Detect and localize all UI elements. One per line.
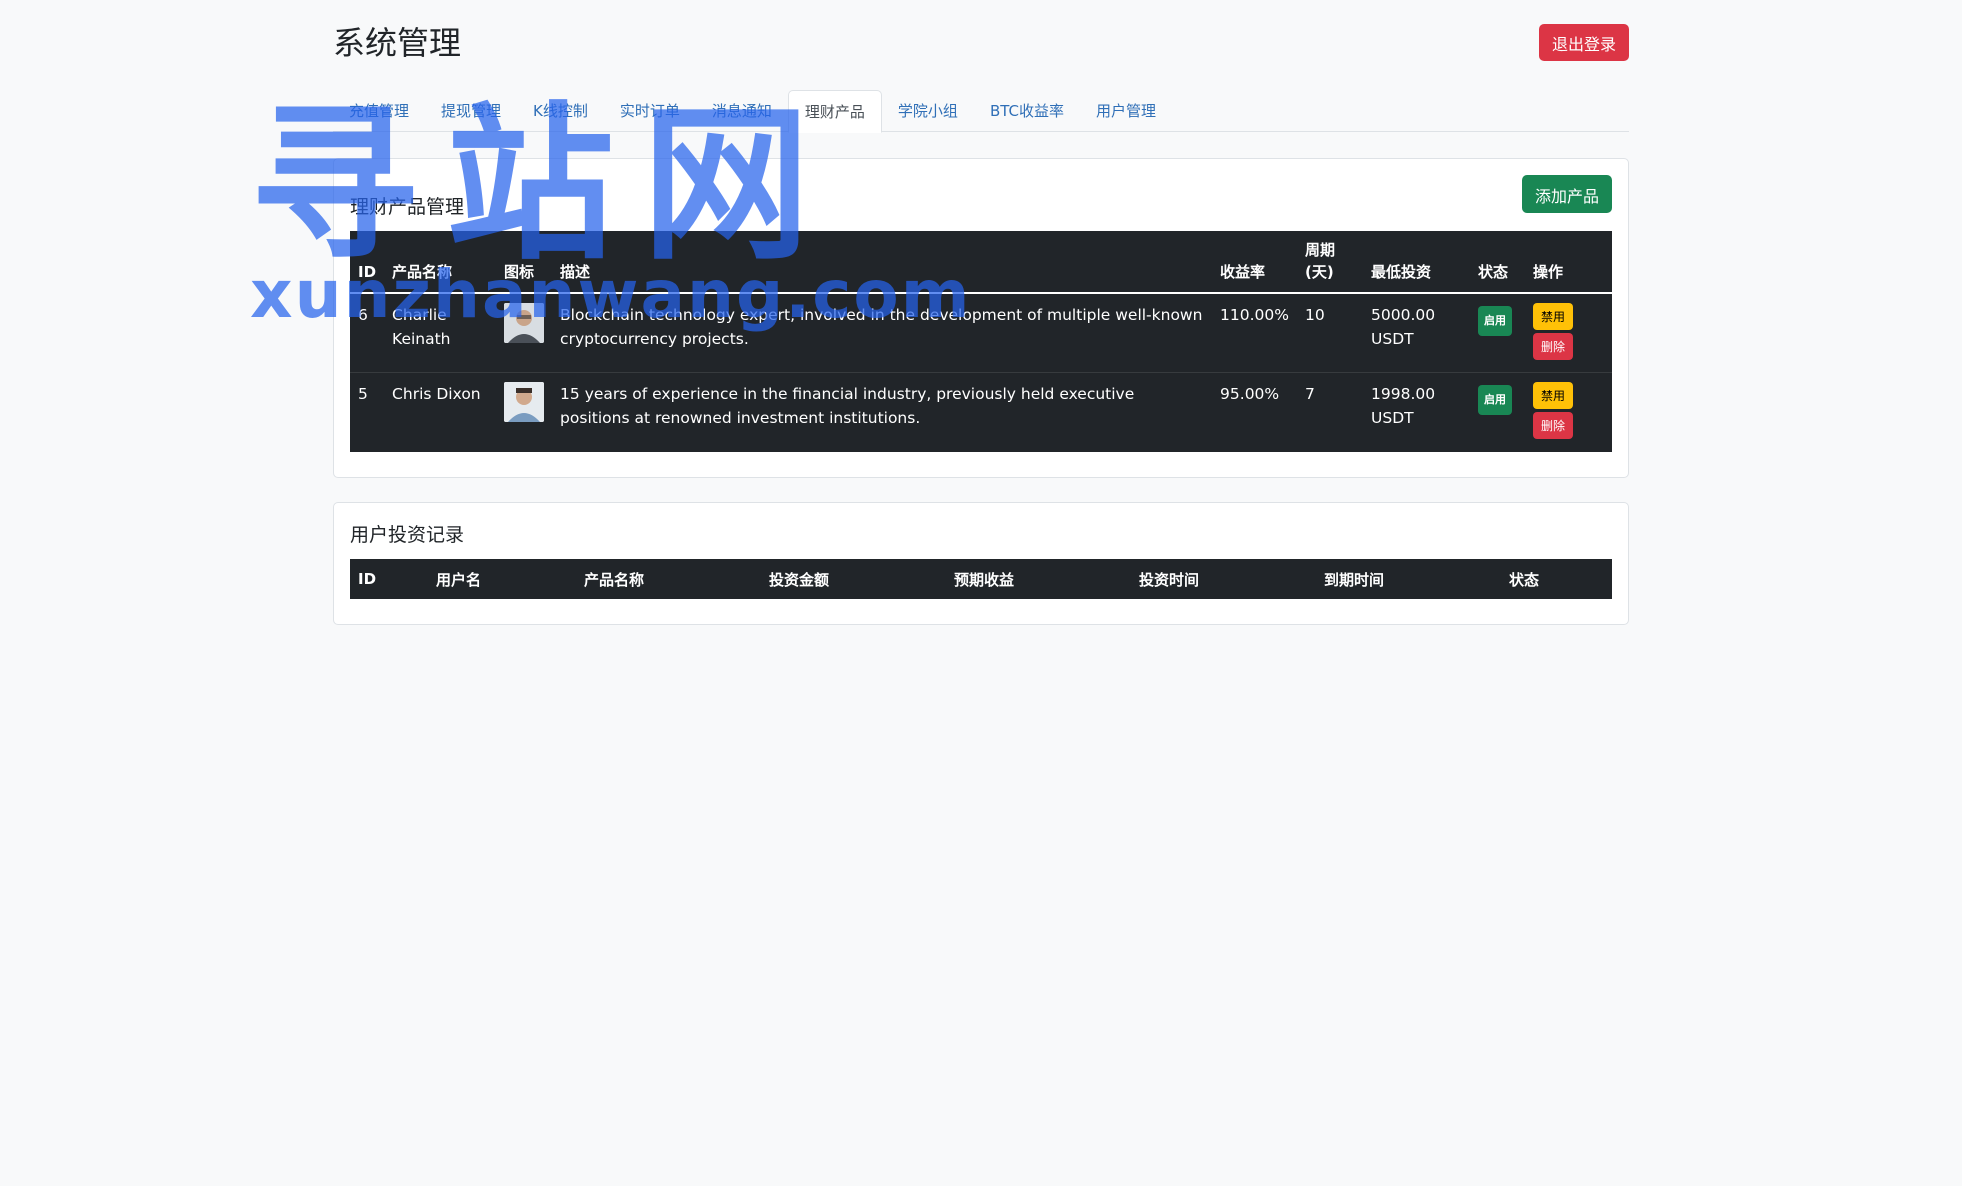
row-period: 10 [1297, 293, 1364, 373]
products-card: 理财产品管理 添加产品 ID 产品名称 图标 描述 收益率 周期 (天) 最低投… [333, 158, 1629, 478]
row-id: 5 [358, 385, 368, 403]
avatar [504, 382, 545, 422]
row-icon-cell [496, 293, 553, 373]
page-container: 系统管理 退出登录 充值管理 提现管理 K线控制 实时订单 消息通知 理财产品 … [333, 0, 1629, 625]
status-badge: 启用 [1478, 306, 1513, 336]
col-status: 状态 [1509, 570, 1540, 589]
row-rate: 95.00% [1220, 385, 1280, 403]
logout-button[interactable]: 退出登录 [1538, 24, 1629, 61]
col-rate: 收益率 [1212, 231, 1298, 294]
col-desc: 描述 [552, 231, 1213, 294]
col-amount: 投资金额 [769, 570, 830, 589]
table-row: 5 Chris Dixon 15 years of experience in … [350, 373, 1612, 452]
col-status: 状态 [1470, 231, 1526, 294]
col-expected: 预期收益 [954, 570, 1015, 589]
status-badge: 启用 [1478, 385, 1513, 415]
investments-table: ID 用户名 产品名称 投资金额 预期收益 投资时间 到期时间 状态 [350, 559, 1612, 599]
row-id: 6 [350, 293, 385, 373]
col-id: ID [358, 570, 377, 588]
col-period: 周期 (天) [1297, 231, 1364, 294]
tab-products[interactable]: 理财产品 [787, 90, 882, 133]
disable-button[interactable]: 禁用 [1533, 303, 1574, 330]
row-rate: 110.00% [1212, 293, 1298, 373]
col-expire-time: 到期时间 [1324, 570, 1385, 589]
delete-button[interactable]: 删除 [1533, 333, 1574, 360]
tab-academy[interactable]: 学院小组 [882, 90, 974, 132]
col-icon: 图标 [496, 231, 553, 294]
tab-btc-rate[interactable]: BTC收益率 [974, 90, 1080, 132]
products-title: 理财产品管理 [350, 196, 465, 218]
row-status-cell: 启用 [1470, 293, 1526, 373]
tab-users[interactable]: 用户管理 [1080, 90, 1172, 132]
col-invest-time: 投资时间 [1139, 570, 1200, 589]
investments-header-row: ID 用户名 产品名称 投资金额 预期收益 投资时间 到期时间 状态 [350, 559, 1612, 599]
tab-recharge[interactable]: 充值管理 [333, 90, 425, 132]
disable-button[interactable]: 禁用 [1533, 382, 1574, 409]
col-min-invest: 最低投资 [1363, 231, 1471, 294]
row-icon-cell [496, 373, 552, 452]
row-name: Charlie Keinath [384, 293, 497, 373]
tab-kline[interactable]: K线控制 [517, 90, 604, 132]
add-product-button[interactable]: 添加产品 [1521, 175, 1612, 213]
products-header-row: ID 产品名称 图标 描述 收益率 周期 (天) 最低投资 状态 操作 [350, 231, 1612, 294]
col-actions: 操作 [1525, 231, 1612, 294]
row-description: 15 years of experience in the financial … [560, 385, 1135, 427]
row-period: 7 [1305, 385, 1315, 403]
page-title: 系统管理 [333, 24, 462, 62]
row-min-invest: 1998.00 USDT [1371, 385, 1436, 427]
tab-notifications[interactable]: 消息通知 [696, 90, 788, 132]
row-status-cell: 启用 [1470, 373, 1525, 452]
nav-tabs: 充值管理 提现管理 K线控制 实时订单 消息通知 理财产品 学院小组 BTC收益… [333, 90, 1629, 133]
table-row: 6 Charlie Keinath Blockchain technology … [350, 293, 1612, 373]
header: 系统管理 退出登录 [333, 0, 1629, 90]
row-min-invest: 5000.00 USDT [1363, 293, 1471, 373]
delete-button[interactable]: 删除 [1533, 412, 1574, 439]
col-username: 用户名 [436, 570, 482, 589]
avatar [504, 303, 545, 343]
col-id: ID [350, 231, 385, 294]
tab-realtime-orders[interactable]: 实时订单 [604, 90, 696, 132]
col-product-name: 产品名称 [584, 570, 645, 589]
investments-title: 用户投资记录 [350, 524, 465, 546]
row-actions: 禁用 删除 [1525, 373, 1612, 452]
products-table: ID 产品名称 图标 描述 收益率 周期 (天) 最低投资 状态 操作 6 Ch… [350, 231, 1612, 452]
row-description: Blockchain technology expert, involved i… [552, 293, 1213, 373]
investments-card: 用户投资记录 ID 用户名 产品名称 投资金额 预期收益 投资时间 到期时间 状… [333, 502, 1629, 625]
tab-withdraw[interactable]: 提现管理 [425, 90, 517, 132]
col-name: 产品名称 [384, 231, 497, 294]
row-name: Chris Dixon [392, 385, 481, 403]
row-actions: 禁用 删除 [1525, 293, 1612, 373]
